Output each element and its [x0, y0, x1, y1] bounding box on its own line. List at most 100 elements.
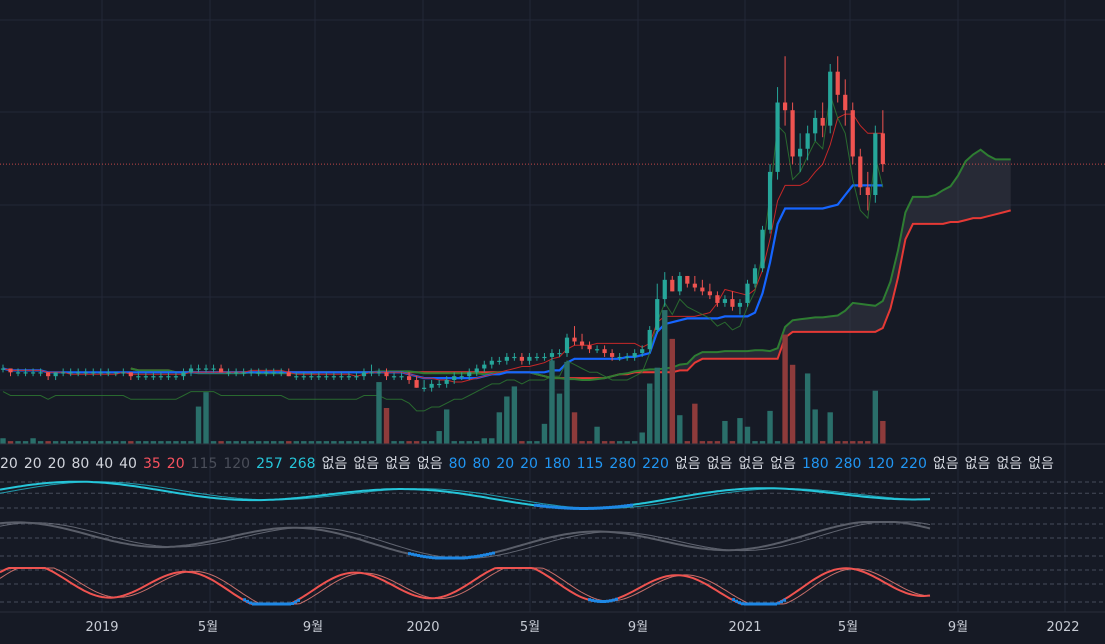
candle-body [625, 356, 630, 359]
candle-body [384, 372, 389, 377]
candle-body [670, 279, 675, 292]
indicator-status-value: 180 [801, 456, 829, 472]
candle-body [309, 376, 314, 378]
candle-body [730, 299, 735, 307]
candle-body [128, 372, 133, 377]
indicator-status-value: 없음 [674, 456, 701, 472]
candle-body [346, 376, 352, 378]
candle-body [715, 295, 720, 303]
candle-body [316, 376, 321, 378]
candle-body [361, 372, 367, 377]
candle-body [271, 372, 276, 374]
candle-body [38, 372, 43, 374]
candle-body [880, 133, 885, 165]
indicator-status-value: 20 [496, 456, 515, 472]
indicator-status-value: 없음 [738, 456, 765, 472]
candle-body [692, 283, 697, 288]
candle-body [331, 376, 336, 378]
candle-body [452, 376, 457, 381]
candle-body [722, 299, 728, 303]
candle-body [534, 356, 540, 359]
candle-body [527, 356, 532, 361]
time-axis-tick-label: 2020 [406, 620, 439, 635]
volume-bar [744, 426, 751, 444]
chart-canvas[interactable]: 2019 5월 9월 2020 5월 9월 2021 5월 9월 2022 [0, 0, 1105, 644]
time-axis-tick-label: 5월 [520, 620, 540, 635]
volume-bar [654, 367, 660, 444]
candle-body [467, 372, 472, 377]
volume-bar [195, 406, 202, 444]
volume-bar [30, 438, 36, 444]
time-axis-tick-label: 2019 [85, 620, 118, 635]
indicator-status-value: 180 [543, 456, 571, 472]
candle-body [46, 372, 51, 377]
candle-body [873, 133, 878, 196]
candle-body [173, 376, 179, 378]
candle-body [264, 372, 269, 374]
candle-body [324, 376, 329, 378]
indicator-status-value: 115 [576, 456, 604, 472]
candle-body [752, 268, 758, 284]
candle-body [8, 368, 13, 373]
candle-body [23, 372, 28, 374]
indicator-status-value: 80 [448, 456, 467, 472]
volume-bar [669, 338, 675, 444]
volume-bar [489, 438, 495, 444]
indicator-status-value: 20 [0, 456, 18, 472]
candle-body [542, 356, 547, 359]
chart-root: 2019 5월 9월 2020 5월 9월 2021 5월 9월 2022 20 20 20 80 40 4… [0, 0, 1105, 644]
candle-body [61, 372, 66, 374]
candle-body [497, 360, 502, 362]
candle-body [843, 94, 848, 111]
volume-bar [594, 426, 600, 444]
candle-body [181, 372, 186, 377]
indicator-status-value: 80 [472, 456, 491, 472]
oscillator-main-line [0, 521, 931, 559]
volume-bar [504, 396, 510, 444]
volume-bar [511, 386, 518, 444]
time-axis: 2019 5월 9월 2020 5월 9월 2021 5월 9월 2022 [0, 611, 1105, 635]
candle-body [489, 360, 494, 365]
time-axis-tick-label: 2021 [728, 620, 761, 635]
volume-bar [812, 409, 818, 444]
candle-body [136, 376, 141, 378]
indicator-status-value: 없음 [996, 456, 1023, 472]
candle-body [406, 376, 412, 381]
ichimoku-cloud [130, 149, 1011, 380]
candle-body [790, 110, 795, 157]
candle-body [594, 349, 600, 351]
candle-body [76, 372, 81, 374]
candle-body [422, 387, 427, 389]
candle-body [15, 372, 21, 374]
candle-body [241, 372, 246, 374]
candle-body [294, 376, 299, 378]
candle-body [782, 102, 788, 111]
indicator-status-value: 80 [71, 456, 90, 472]
candle-body [444, 380, 449, 384]
volume-bar [662, 310, 668, 444]
base-line [2, 184, 883, 380]
candle-body [113, 372, 118, 374]
volume-bar [203, 392, 209, 444]
candle-body [279, 372, 284, 374]
candle-body [610, 353, 615, 357]
candle-body [30, 372, 36, 374]
indicator-status-value: 없음 [770, 456, 796, 472]
volume-bar [541, 423, 548, 444]
volume-bar [376, 382, 382, 444]
volume-bar [496, 412, 503, 444]
candle-body [256, 372, 261, 374]
candle-body [677, 275, 682, 292]
indicator-status-row: 20 20 20 80 40 40 35 20 115 120 257 268 없음 없음 없음 없음 80 80… [0, 453, 1060, 475]
indicator-status-value: 257 [256, 456, 283, 472]
candle-body [557, 353, 562, 355]
candle-body [218, 368, 224, 373]
candle-body [512, 356, 517, 359]
candle-body [798, 148, 803, 157]
time-axis-tick-label: 5월 [198, 620, 218, 635]
candle-body [760, 229, 765, 269]
indicator-status-value: 없음 [416, 456, 443, 472]
oscillator-main-line [0, 567, 931, 605]
indicator-status-value: 없음 [353, 456, 380, 472]
indicator-status-value: 없음 [964, 456, 991, 472]
